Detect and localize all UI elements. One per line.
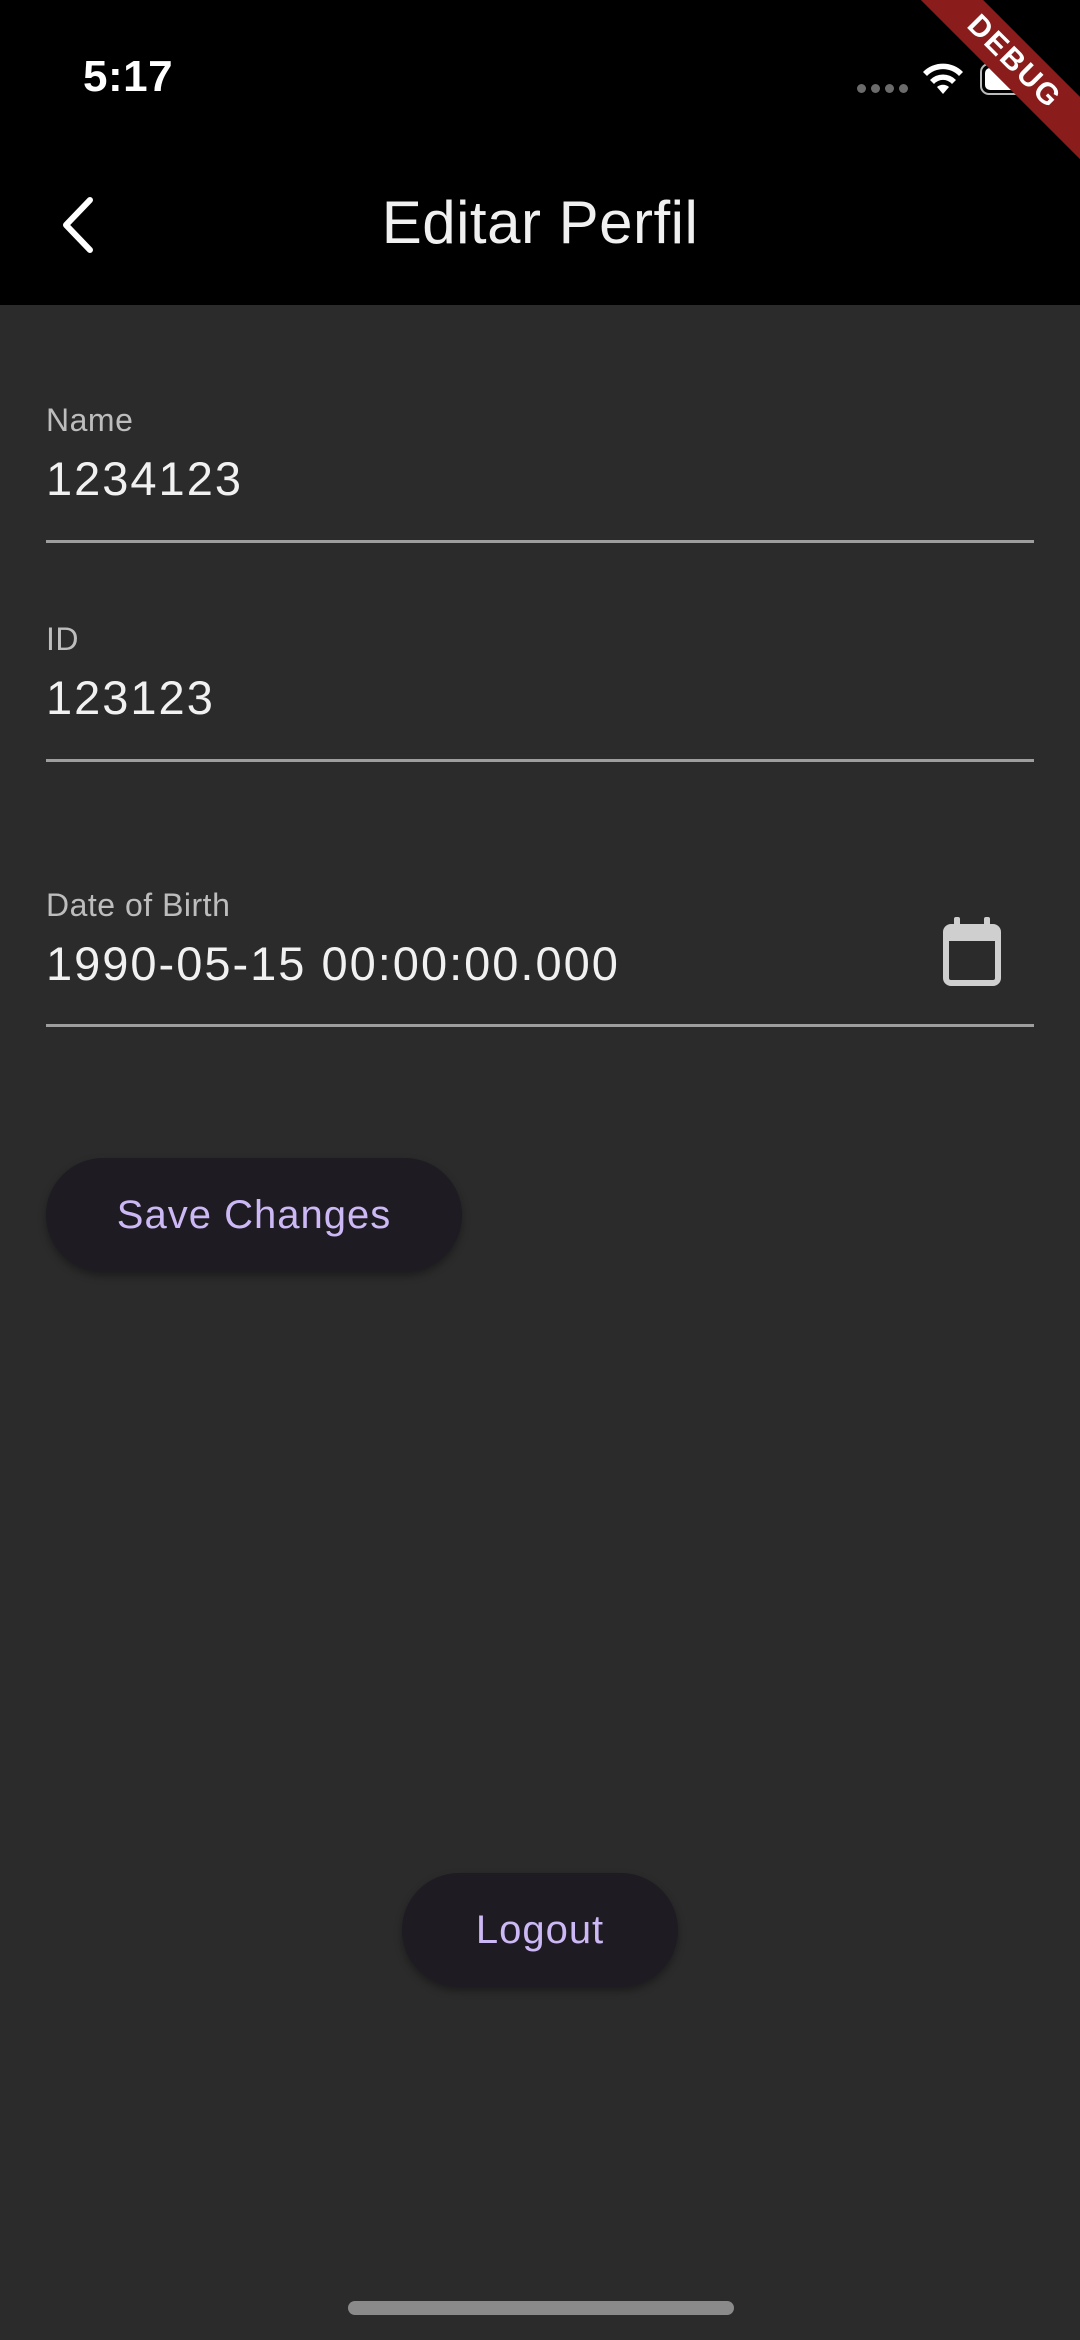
- date-of-birth-field[interactable]: Date of Birth 1990-05-15 00:00:00.000: [46, 887, 1034, 1030]
- id-input[interactable]: 123123: [46, 670, 1034, 725]
- page-title: Editar Perfil: [381, 189, 699, 256]
- wifi-icon: [923, 63, 963, 94]
- id-underline: [46, 759, 1034, 762]
- name-input[interactable]: 1234123: [46, 451, 1034, 506]
- save-changes-button[interactable]: Save Changes: [46, 1158, 462, 1272]
- calendar-icon[interactable]: [932, 911, 1012, 991]
- date-of-birth-input[interactable]: 1990-05-15 00:00:00.000: [46, 936, 1034, 991]
- name-label: Name: [46, 402, 134, 438]
- cellular-signal-icon: [857, 84, 909, 94]
- status-time: 5:17: [83, 52, 174, 101]
- name-field[interactable]: Name 1234123: [46, 402, 1034, 545]
- id-field[interactable]: ID 123123: [46, 621, 1034, 764]
- id-label: ID: [46, 621, 79, 657]
- logout-button[interactable]: Logout: [402, 1873, 678, 1987]
- date-of-birth-underline: [46, 1024, 1034, 1027]
- name-underline: [46, 540, 1034, 543]
- home-indicator[interactable]: [348, 2301, 734, 2315]
- edit-profile-screen: 5:17 DEBUG Editar Perfil Name 1234123 ID…: [0, 0, 1080, 2340]
- date-of-birth-label: Date of Birth: [46, 887, 231, 923]
- app-bar: 5:17 DEBUG Editar Perfil: [0, 0, 1080, 305]
